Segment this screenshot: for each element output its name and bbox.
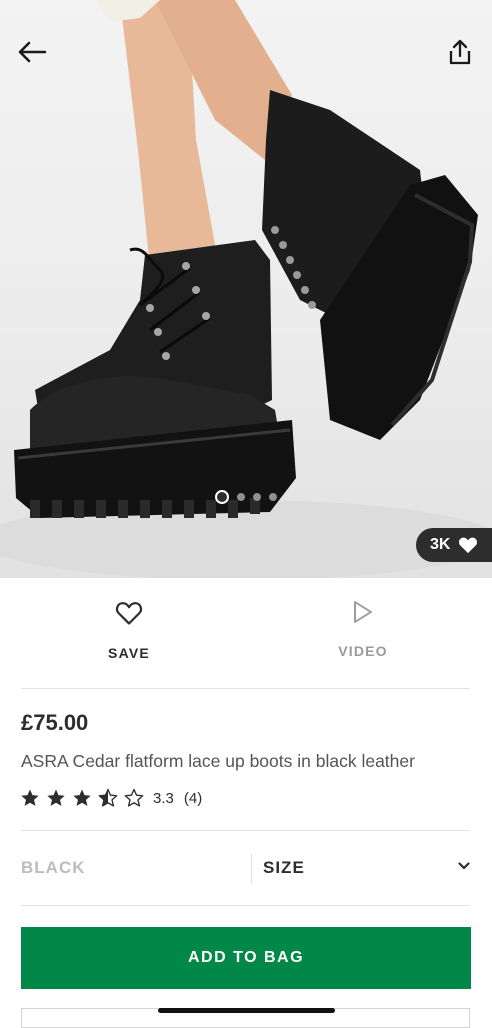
heart-icon <box>459 537 478 554</box>
star-icon <box>47 789 65 806</box>
save-button[interactable]: SAVE <box>49 600 209 661</box>
product-price: £75.00 <box>21 710 89 735</box>
likes-badge[interactable]: 3K <box>416 528 492 562</box>
size-select[interactable]: SIZE <box>263 850 470 888</box>
play-icon <box>354 601 372 623</box>
carousel-dot[interactable] <box>215 490 229 504</box>
rating-score: 3.3 <box>153 789 174 807</box>
star-outline-icon <box>124 788 144 807</box>
carousel-dot[interactable] <box>269 493 277 501</box>
chevron-down-icon <box>458 862 470 870</box>
variant-selectors: BLACK SIZE <box>21 850 470 888</box>
rating-count: (4) <box>183 789 203 807</box>
star-half-icon <box>98 788 118 807</box>
add-to-bag-button[interactable]: ADD TO BAG <box>21 927 471 989</box>
video-label: VIDEO <box>338 643 388 659</box>
divider <box>21 905 470 906</box>
home-indicator[interactable] <box>158 1008 335 1013</box>
product-image-carousel[interactable]: 3K <box>0 0 492 578</box>
divider <box>21 830 470 831</box>
product-rating[interactable]: 3.3 (4) <box>20 786 202 810</box>
colour-value: BLACK <box>21 858 86 877</box>
star-rating <box>20 788 144 808</box>
heart-outline-icon <box>115 602 143 625</box>
star-icon <box>73 789 91 806</box>
arrow-left-icon <box>18 41 47 63</box>
divider <box>21 688 470 689</box>
video-button[interactable]: VIDEO <box>283 600 443 659</box>
product-actions: SAVE VIDEO <box>0 578 492 688</box>
likes-count: 3K <box>430 536 451 553</box>
size-label: SIZE <box>263 858 305 877</box>
selector-separator <box>251 854 252 884</box>
carousel-dot[interactable] <box>237 493 245 501</box>
star-icon <box>21 789 39 806</box>
save-label: SAVE <box>108 645 150 661</box>
carousel-indicator <box>0 489 492 505</box>
share-icon <box>449 39 471 65</box>
share-button[interactable] <box>440 32 480 72</box>
product-title: ASRA Cedar flatform lace up boots in bla… <box>21 751 415 771</box>
carousel-dot[interactable] <box>253 493 261 501</box>
back-button[interactable] <box>12 32 52 72</box>
